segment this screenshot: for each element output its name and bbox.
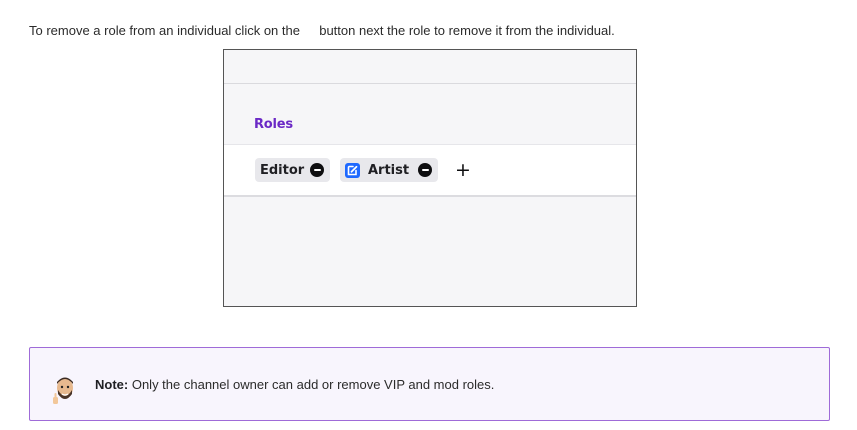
plus-icon[interactable]: + (453, 159, 473, 181)
roles-panel-screenshot: Roles Editor Artist + (223, 49, 637, 307)
note-body: Only the channel owner can add or remove… (131, 377, 495, 392)
instruction-text-start: To remove a role from an individual clic… (29, 23, 300, 38)
roles-heading: Roles (254, 117, 293, 132)
role-chip-label: Artist (368, 162, 410, 178)
minus-circle-icon[interactable] (310, 163, 324, 177)
role-chip-artist: Artist (340, 158, 438, 182)
note-text: Note: Only the channel owner can add or … (95, 377, 494, 392)
instruction-text: To remove a role from an individual clic… (29, 23, 615, 39)
instruction-text-end: button next the role to remove it from t… (319, 23, 615, 38)
minus-circle-icon[interactable] (418, 163, 432, 177)
role-chip-label: Editor (260, 162, 305, 178)
panel-divider (224, 83, 636, 84)
note-callout: Note: Only the channel owner can add or … (29, 347, 830, 421)
role-chip-editor: Editor (255, 158, 330, 182)
artist-badge-icon (345, 162, 360, 178)
avatar-thumbs-up-icon (52, 375, 78, 407)
note-label: Note: (95, 377, 129, 392)
roles-row: Editor Artist + (224, 144, 636, 197)
